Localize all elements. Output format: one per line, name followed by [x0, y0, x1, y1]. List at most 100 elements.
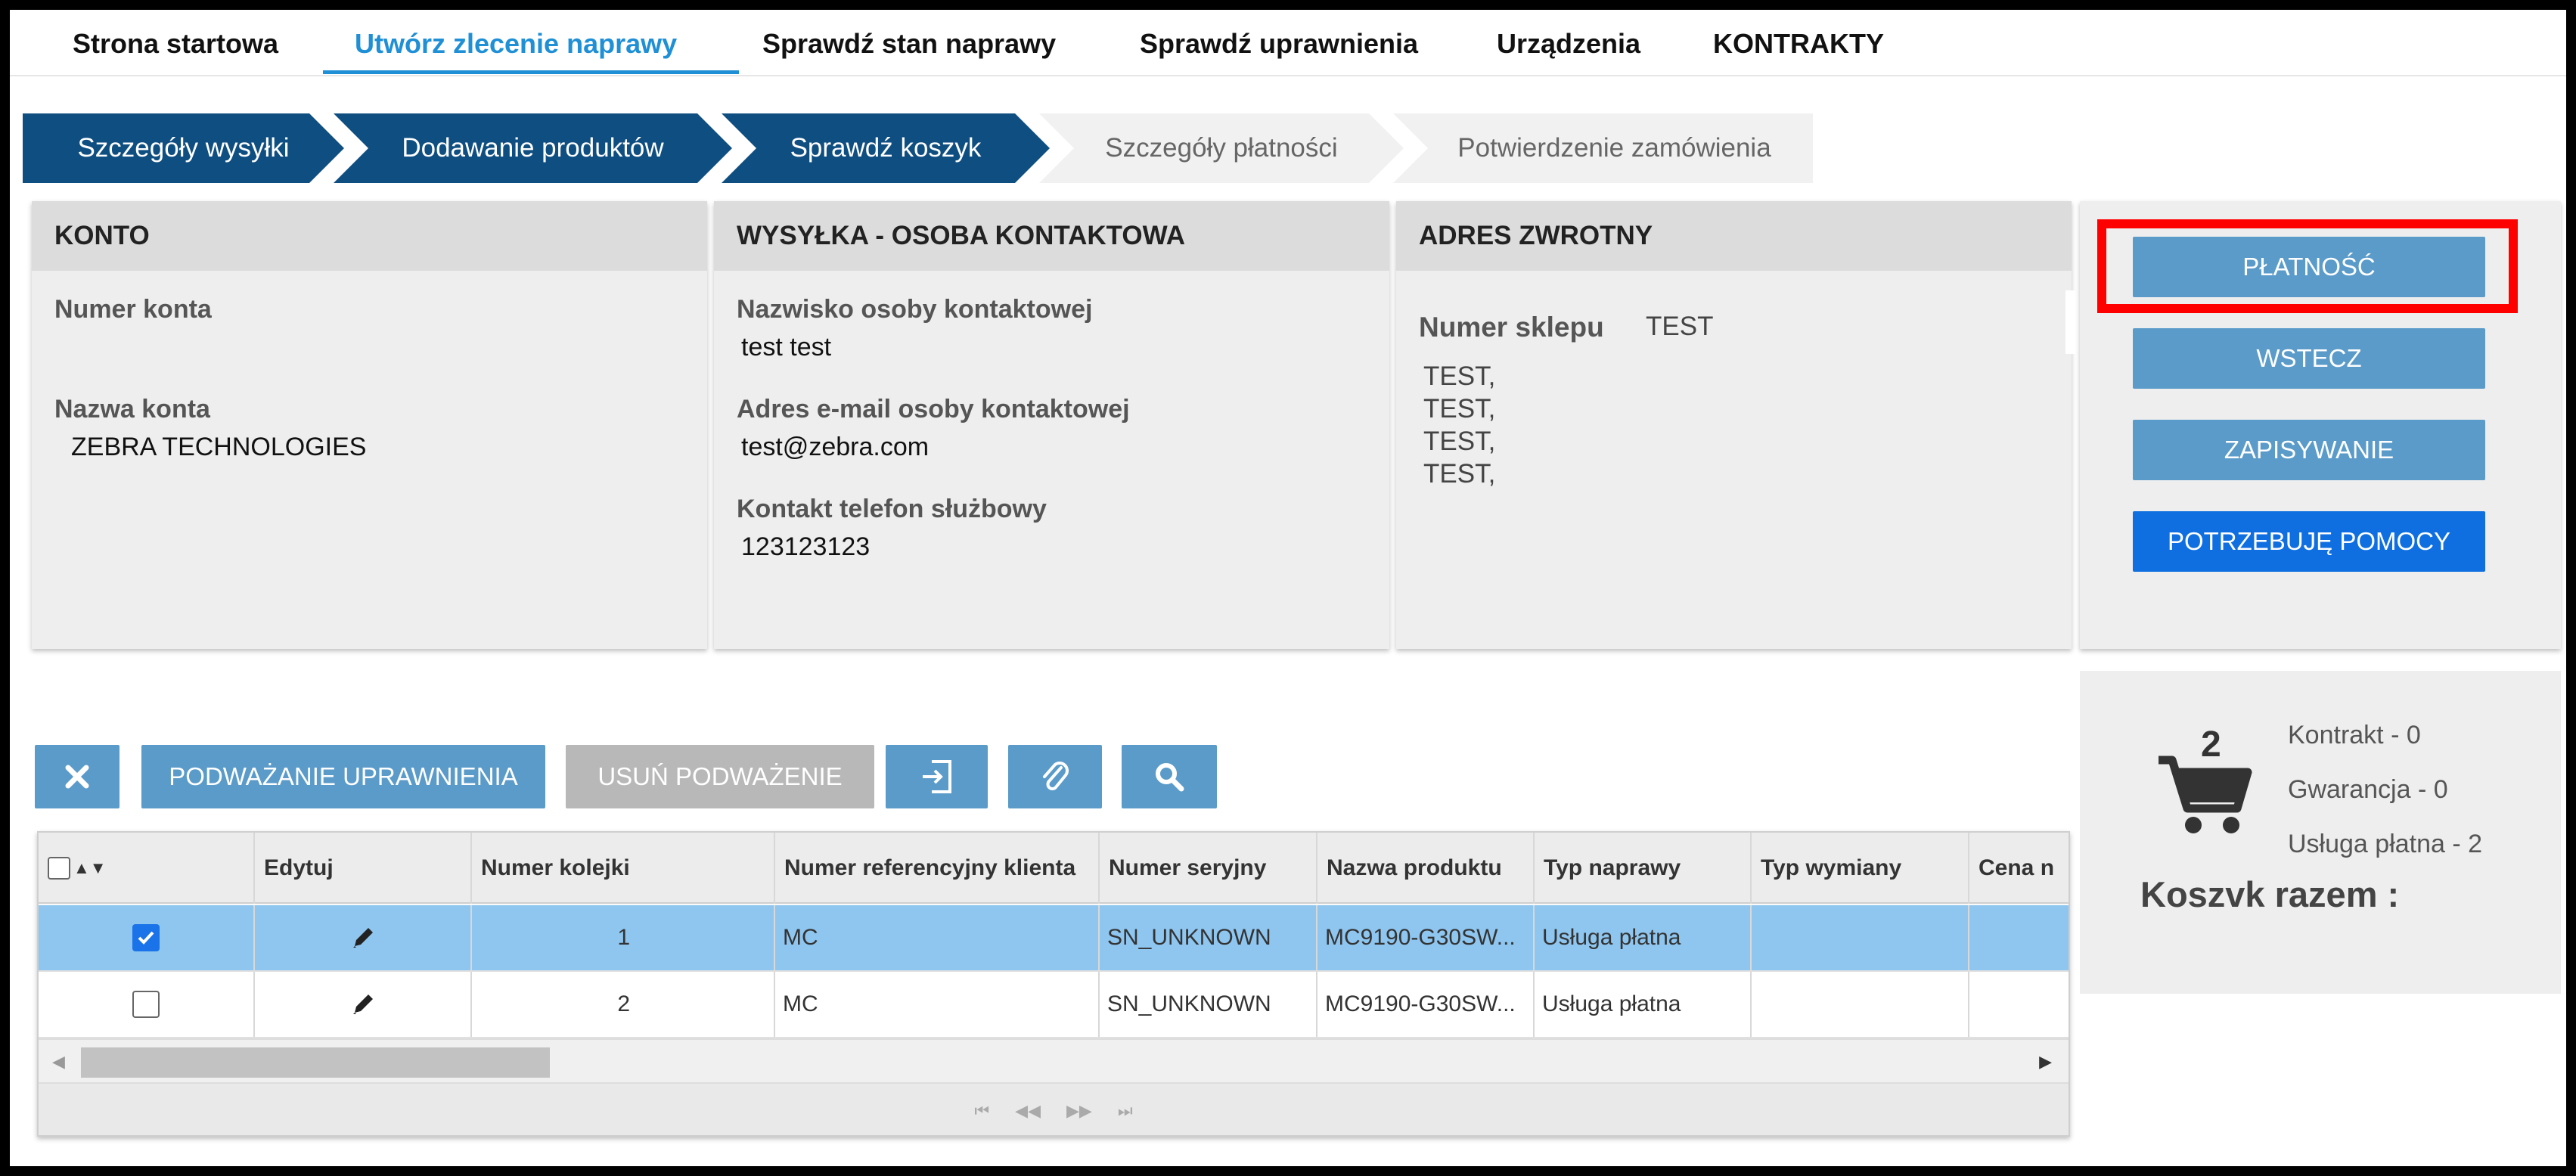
- cart-summary: 2 Kontrakt - 0 Gwarancja - 0 Usługa płat…: [2080, 671, 2561, 994]
- contact-phone-label: Kontakt telefon służbowy: [737, 495, 1047, 523]
- actions-panel: PŁATNOŚĆ WSTECZ ZAPISYWANIE POTRZEBUJĘ P…: [2080, 201, 2561, 649]
- nav-home[interactable]: Strona startowa: [73, 28, 278, 60]
- pencil-icon[interactable]: [349, 923, 377, 952]
- return-address-line: TEST,: [1423, 459, 1496, 489]
- shipping-contact-panel-title: WYSYŁKA - OSOBA KONTAKTOWA: [714, 201, 1389, 271]
- wizard-step-check-cart[interactable]: Sprawdź koszyk: [722, 113, 1050, 183]
- column-header-client-reference[interactable]: Numer referencyjny klienta: [775, 833, 1100, 904]
- pencil-icon[interactable]: [349, 990, 377, 1019]
- account-panel: KONTO Numer konta Nazwa konta ZEBRA TECH…: [32, 201, 707, 649]
- horizontal-scrollbar[interactable]: ◀ ▶: [39, 1038, 2069, 1082]
- contact-surname-value: test test: [741, 333, 832, 361]
- return-address-panel: ADRES ZWROTNY Numer sklepu TEST TEST, TE…: [1396, 201, 2076, 649]
- select-all-checkbox[interactable]: [48, 857, 70, 880]
- close-button[interactable]: [35, 745, 119, 808]
- need-help-button[interactable]: POTRZEBUJĘ POMOCY: [2133, 511, 2485, 572]
- wizard-step-add-products[interactable]: Dodawanie produktów: [334, 113, 732, 183]
- import-icon: [922, 760, 951, 793]
- grid-header: ▲▼ Edytuj Numer kolejki Numer referencyj…: [39, 833, 2069, 904]
- table-row[interactable]: 2 MC SN_UNKNOWN MC9190-G30SW... Usługa p…: [39, 972, 2069, 1038]
- highlight-annotation: [2097, 219, 2518, 313]
- active-tab-indicator: [323, 70, 739, 74]
- serial-number-cell: SN_UNKNOWN: [1100, 905, 1317, 970]
- remove-challenge-button[interactable]: USUŃ PODWAŻENIE: [566, 745, 874, 808]
- account-name-label: Nazwa konta: [54, 395, 210, 424]
- top-nav: Strona startowa Utwórz zlecenie naprawy …: [10, 10, 2566, 76]
- column-header-product-name[interactable]: Nazwa produktu: [1317, 833, 1535, 904]
- return-address-line: TEST,: [1423, 427, 1496, 456]
- wizard-step-label: Sprawdź koszyk: [790, 133, 982, 163]
- close-icon: [65, 765, 89, 789]
- client-reference-cell: MC: [775, 972, 1100, 1037]
- cart-items-grid: ▲▼ Edytuj Numer kolejki Numer referencyj…: [37, 831, 2070, 1137]
- product-name-cell: MC9190-G30SW...: [1317, 972, 1535, 1037]
- import-button[interactable]: [886, 745, 988, 808]
- contact-phone-value: 123123123: [741, 532, 871, 561]
- scroll-left-arrow-icon[interactable]: ◀: [52, 1052, 65, 1072]
- wizard-step-shipping-details[interactable]: Szczegóły wysyłki: [23, 113, 344, 183]
- nav-devices[interactable]: Urządzenia: [1497, 28, 1640, 60]
- row-edit-cell: [255, 972, 472, 1037]
- column-header-exchange-type[interactable]: Typ wymiany: [1752, 833, 1969, 904]
- price-cell: [1969, 905, 2069, 970]
- column-header-serial-number[interactable]: Numer seryjny: [1100, 833, 1317, 904]
- product-name-cell: MC9190-G30SW...: [1317, 905, 1535, 970]
- select-all-header[interactable]: ▲▼: [39, 833, 255, 904]
- last-page-icon[interactable]: ⏭: [1118, 1101, 1133, 1121]
- search-button[interactable]: [1122, 745, 1217, 808]
- nav-create-repair-order[interactable]: Utwórz zlecenie naprawy: [355, 28, 677, 60]
- cart-paid-service-count: Usługa płatna - 2: [2288, 830, 2483, 858]
- exchange-type-cell: [1752, 905, 1969, 970]
- pagination: ⏮ ◀◀ ▶▶ ⏭: [39, 1082, 2069, 1135]
- repair-type-cell: Usługa płatna: [1535, 972, 1752, 1037]
- queue-number-cell: 1: [472, 905, 775, 970]
- contact-email-value: test@zebra.com: [741, 433, 930, 461]
- save-button[interactable]: ZAPISYWANIE: [2133, 420, 2485, 480]
- column-header-edit[interactable]: Edytuj: [255, 833, 472, 904]
- price-cell: [1969, 972, 2069, 1037]
- wizard-step-payment-details: Szczegóły płatności: [1039, 113, 1404, 183]
- nav-check-repair-status[interactable]: Sprawdź stan naprawy: [762, 28, 1056, 60]
- back-button[interactable]: WSTECZ: [2133, 328, 2485, 389]
- column-header-repair-type[interactable]: Typ naprawy: [1535, 833, 1752, 904]
- return-address-line: TEST,: [1423, 361, 1496, 391]
- repair-type-cell: Usługa płatna: [1535, 905, 1752, 970]
- wizard-step-label: Szczegóły płatności: [1105, 133, 1338, 163]
- nav-contracts[interactable]: KONTRAKTY: [1713, 28, 1884, 60]
- return-address-panel-title: ADRES ZWROTNY: [1396, 201, 2072, 271]
- wizard-step-label: Dodawanie produktów: [402, 133, 664, 163]
- contact-email-label: Adres e-mail osoby kontaktowej: [737, 395, 1130, 424]
- wizard-step-label: Potwierdzenie zamówienia: [1457, 133, 1771, 163]
- search-icon: [1156, 763, 1184, 792]
- cart-count: 2: [2201, 725, 2221, 765]
- store-number-value: TEST: [1646, 312, 1714, 341]
- sort-icon[interactable]: ▲▼: [73, 858, 107, 878]
- account-name-value: ZEBRA TECHNOLOGIES: [71, 433, 367, 461]
- attachment-button[interactable]: [1008, 745, 1102, 808]
- checkmark-icon: [138, 931, 154, 945]
- paperclip-icon: [1043, 762, 1069, 790]
- row-checkbox[interactable]: [132, 991, 160, 1018]
- challenge-entitlement-button[interactable]: PODWAŻANIE UPRAWNIENIA: [141, 745, 545, 808]
- column-header-queue-number[interactable]: Numer kolejki: [472, 833, 775, 904]
- return-address-line: TEST,: [1423, 394, 1496, 424]
- app-frame: Strona startowa Utwórz zlecenie naprawy …: [10, 10, 2566, 1166]
- contact-surname-label: Nazwisko osoby kontaktowej: [737, 295, 1093, 324]
- scrollbar-thumb[interactable]: [81, 1047, 550, 1078]
- cart-contract-count: Kontrakt - 0: [2288, 721, 2421, 749]
- row-select-cell: [39, 905, 255, 970]
- table-row[interactable]: 1 MC SN_UNKNOWN MC9190-G30SW... Usługa p…: [39, 905, 2069, 972]
- column-header-price[interactable]: Cena n: [1969, 833, 2069, 904]
- account-number-label: Numer konta: [54, 295, 212, 324]
- first-page-icon[interactable]: ⏮: [974, 1101, 989, 1121]
- client-reference-cell: MC: [775, 905, 1100, 970]
- shipping-contact-panel: WYSYŁKA - OSOBA KONTAKTOWA Nazwisko osob…: [714, 201, 1389, 649]
- wizard-step-order-confirmation: Potwierdzenie zamówienia: [1393, 113, 1813, 183]
- scroll-right-arrow-icon[interactable]: ▶: [2039, 1052, 2052, 1072]
- cart-warranty-count: Gwarancja - 0: [2288, 775, 2448, 804]
- next-page-icon[interactable]: ▶▶: [1066, 1101, 1092, 1121]
- account-panel-title: KONTO: [32, 201, 707, 271]
- nav-check-entitlements[interactable]: Sprawdź uprawnienia: [1140, 28, 1418, 60]
- previous-page-icon[interactable]: ◀◀: [1015, 1101, 1041, 1121]
- row-checkbox[interactable]: [132, 924, 160, 951]
